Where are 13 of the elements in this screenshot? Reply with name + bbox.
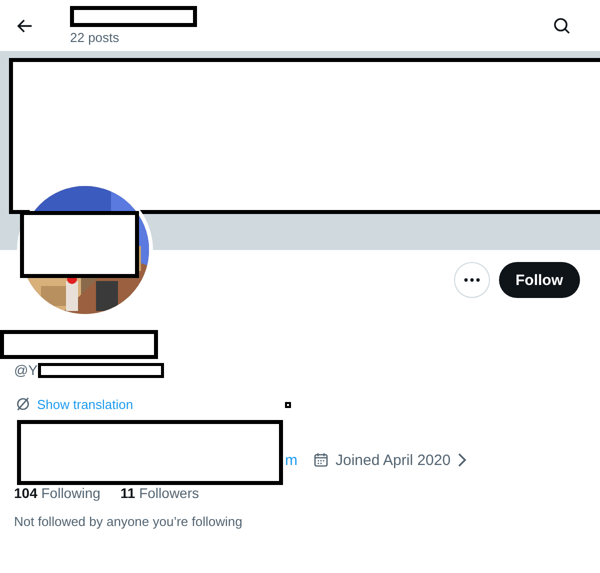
more-icon: [464, 278, 480, 282]
stat-link[interactable]: 104 Following: [14, 485, 100, 501]
calendar-icon: [312, 451, 330, 469]
chevron-right-icon[interactable]: [456, 452, 467, 468]
joined-date: Joined April 2020: [336, 452, 451, 468]
follow-button[interactable]: Follow: [498, 262, 580, 298]
post-count: 22 posts: [70, 30, 120, 45]
translate-icon: [14, 395, 32, 413]
stat-link[interactable]: 11 Followers: [120, 485, 199, 501]
search-icon[interactable]: [552, 16, 572, 36]
handle: @Y: [14, 361, 39, 379]
more-button[interactable]: [454, 262, 490, 298]
followed-by-note: Not followed by anyone you’re following: [14, 514, 244, 529]
